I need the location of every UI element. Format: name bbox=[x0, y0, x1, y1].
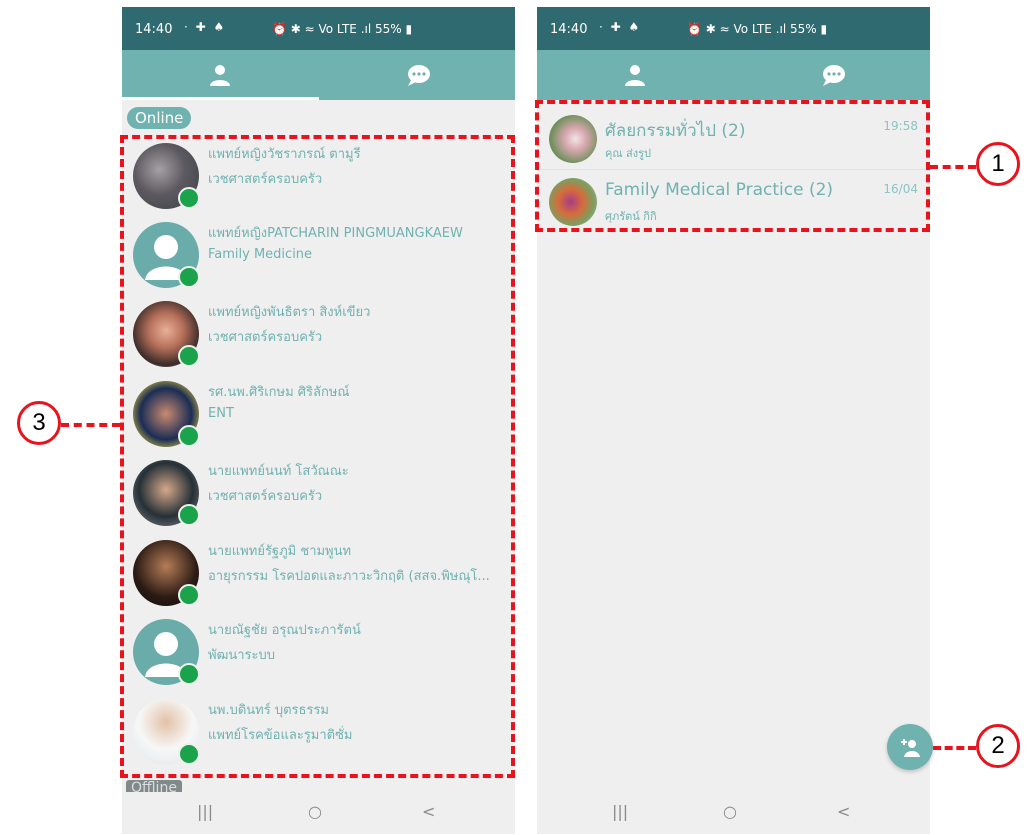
annotation-box-contacts bbox=[120, 135, 515, 778]
android-nav-bar: ||| ○ < bbox=[537, 792, 930, 834]
recents-button[interactable]: ||| bbox=[197, 802, 213, 821]
tab-contacts[interactable] bbox=[537, 50, 734, 100]
callout-connector bbox=[61, 423, 120, 427]
person-icon bbox=[625, 65, 646, 86]
create-group-button[interactable] bbox=[887, 724, 933, 770]
recents-button[interactable]: ||| bbox=[612, 802, 628, 821]
tab-bar bbox=[537, 50, 930, 100]
callout-marker: 3 bbox=[17, 401, 61, 445]
active-tab-indicator bbox=[122, 97, 319, 100]
chat-bubbles-icon bbox=[822, 65, 845, 86]
callout-marker: 1 bbox=[976, 142, 1020, 186]
home-button[interactable]: ○ bbox=[308, 802, 322, 821]
callout-connector bbox=[933, 746, 976, 750]
add-group-icon bbox=[901, 739, 920, 757]
notification-icons: ⋅ ✚ ♠ bbox=[599, 20, 642, 34]
system-status: ⏰ ✱ ≈ Vo LTE .ıl 55% ▮ bbox=[272, 22, 413, 36]
callout-marker: 2 bbox=[976, 724, 1020, 768]
tab-bar bbox=[122, 50, 515, 100]
annotation-box-chats bbox=[535, 100, 930, 232]
tutorial-figure: 14:40 ⋅ ✚ ♠ ⏰ ✱ ≈ Vo LTE .ıl 55% ▮ Onlin… bbox=[0, 0, 1031, 835]
back-button[interactable]: < bbox=[422, 802, 435, 821]
online-section-label: Online bbox=[127, 107, 192, 129]
status-time: 14:40 bbox=[135, 22, 173, 37]
system-status: ⏰ ✱ ≈ Vo LTE .ıl 55% ▮ bbox=[687, 22, 828, 36]
home-button[interactable]: ○ bbox=[723, 802, 737, 821]
back-button[interactable]: < bbox=[837, 802, 850, 821]
tab-contacts[interactable] bbox=[122, 50, 319, 100]
status-bar: 14:40 ⋅ ✚ ♠ ⏰ ✱ ≈ Vo LTE .ıl 55% ▮ bbox=[122, 7, 515, 50]
callout-connector bbox=[930, 165, 976, 169]
status-bar: 14:40 ⋅ ✚ ♠ ⏰ ✱ ≈ Vo LTE .ıl 55% ▮ bbox=[537, 7, 930, 50]
tab-chats[interactable] bbox=[734, 50, 931, 100]
status-time: 14:40 bbox=[550, 22, 588, 37]
tab-chats[interactable] bbox=[319, 50, 516, 100]
notification-icons: ⋅ ✚ ♠ bbox=[184, 20, 227, 34]
chat-bubbles-icon bbox=[407, 65, 430, 86]
android-nav-bar: ||| ○ < bbox=[122, 792, 515, 834]
person-icon bbox=[210, 65, 231, 86]
